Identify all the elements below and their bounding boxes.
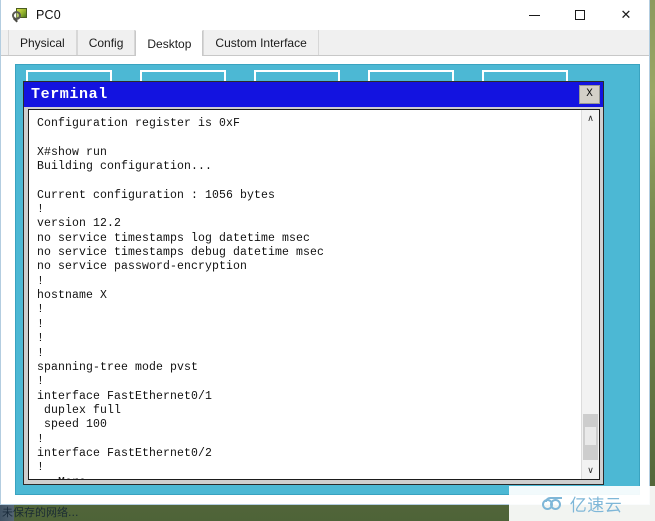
window-titlebar: PC0 ✕ bbox=[1, 0, 649, 30]
terminal-title: Terminal bbox=[31, 86, 108, 103]
tab-physical[interactable]: Physical bbox=[8, 30, 77, 55]
terminal-window: Terminal X Configuration register is 0xF… bbox=[23, 81, 604, 485]
close-button[interactable]: ✕ bbox=[603, 0, 649, 30]
tab-config[interactable]: Config bbox=[76, 30, 136, 55]
pc-device-icon bbox=[12, 7, 29, 24]
scrollbar-track[interactable] bbox=[582, 127, 599, 462]
scroll-up-icon[interactable]: ∧ bbox=[582, 110, 599, 127]
window-controls: ✕ bbox=[511, 0, 649, 30]
tab-strip: Physical Config Desktop Custom Interface bbox=[1, 30, 649, 56]
terminal-scrollbar[interactable]: ∧ ∨ bbox=[581, 110, 599, 479]
close-icon: ✕ bbox=[620, 7, 632, 23]
terminal-titlebar: Terminal X bbox=[24, 82, 603, 107]
terminal-close-button[interactable]: X bbox=[579, 85, 600, 104]
watermark: 亿速云 bbox=[509, 486, 655, 521]
taskbar-label: 未保存的网络... bbox=[2, 506, 79, 519]
maximize-icon bbox=[575, 10, 585, 20]
maximize-button[interactable] bbox=[557, 0, 603, 30]
tab-desktop[interactable]: Desktop bbox=[135, 30, 204, 56]
watermark-text: 亿速云 bbox=[569, 496, 623, 516]
terminal-output[interactable]: Configuration register is 0xF X#show run… bbox=[29, 110, 581, 479]
scroll-down-icon[interactable]: ∨ bbox=[582, 462, 599, 479]
scrollbar-thumb[interactable] bbox=[583, 414, 598, 460]
terminal-close-icon: X bbox=[586, 88, 593, 100]
desktop-panel: Terminal X Configuration register is 0xF… bbox=[15, 64, 640, 495]
cloud-logo-icon bbox=[541, 496, 565, 511]
minimize-icon bbox=[528, 14, 540, 16]
pc0-window: PC0 ✕ Physical Config Desktop Custom Int… bbox=[0, 0, 650, 505]
tab-custom-interface[interactable]: Custom Interface bbox=[203, 30, 319, 55]
terminal-body: Configuration register is 0xF X#show run… bbox=[28, 109, 600, 480]
window-title: PC0 bbox=[36, 8, 61, 22]
minimize-button[interactable] bbox=[511, 0, 557, 30]
